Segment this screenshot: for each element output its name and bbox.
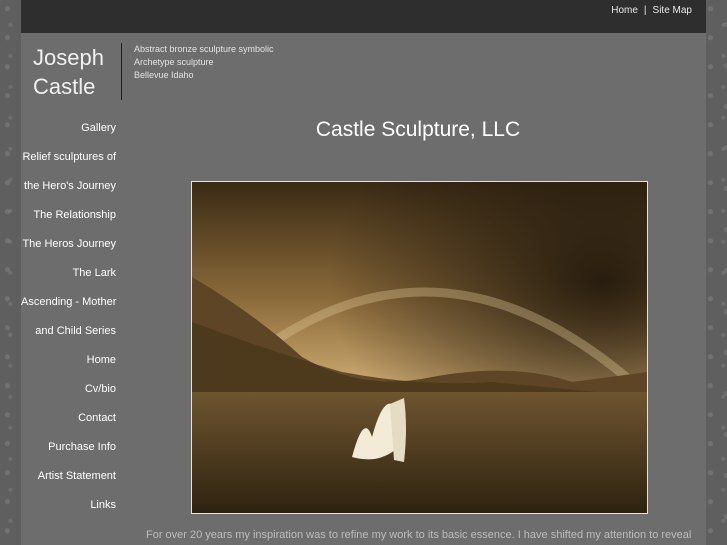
page-content: Joseph Castle Abstract bronze sculpture … xyxy=(21,33,706,545)
topnav-home-link[interactable]: Home xyxy=(611,5,638,16)
sidebar-item-ascending[interactable]: Ascending - Mother xyxy=(21,289,116,318)
sidebar-item-relief-sculptures-cont[interactable]: the Hero's Journey xyxy=(21,173,116,202)
tagline-line: Archetype sculpture xyxy=(134,57,214,67)
tagline: Abstract bronze sculpture symbolic Arche… xyxy=(134,43,274,82)
page-title: Castle Sculpture, LLC xyxy=(315,118,521,141)
sidebar-nav: Gallery Relief sculptures of the Hero's … xyxy=(21,115,116,521)
logo-line-1: Joseph xyxy=(33,45,104,70)
sidebar-item-artist-statement[interactable]: Artist Statement xyxy=(21,463,116,492)
site-logo[interactable]: Joseph Castle xyxy=(33,43,121,101)
sidebar-item-the-relationship[interactable]: The Relationship xyxy=(21,202,116,231)
sidebar-item-ascending-cont[interactable]: and Child Series xyxy=(21,318,116,347)
sidebar-item-the-heros-journey[interactable]: The Heros Journey xyxy=(21,231,116,260)
sidebar-item-the-lark[interactable]: The Lark xyxy=(21,260,116,289)
top-bar: Home | Site Map xyxy=(21,0,706,33)
sidebar-item-purchase-info[interactable]: Purchase Info xyxy=(21,434,116,463)
logo-divider xyxy=(121,43,122,100)
sidebar-item-cv-bio[interactable]: Cv/bio xyxy=(21,376,116,405)
sculpture-landscape-image xyxy=(192,182,647,513)
sidebar-item-relief-sculptures[interactable]: Relief sculptures of xyxy=(21,144,116,173)
logo-line-2: Castle xyxy=(33,74,96,99)
tagline-line: Abstract bronze sculpture symbolic xyxy=(134,44,274,54)
intro-text: For over 20 years my inspiration was to … xyxy=(146,529,692,541)
hero-photo xyxy=(191,181,648,514)
topnav-separator: | xyxy=(643,5,647,16)
sidebar-item-contact[interactable]: Contact xyxy=(21,405,116,434)
tagline-line: Bellevue Idaho xyxy=(134,70,194,80)
sidebar-item-links[interactable]: Links xyxy=(21,492,116,521)
top-nav: Home | Site Map xyxy=(611,5,692,16)
sidebar-item-gallery[interactable]: Gallery xyxy=(21,115,116,144)
sidebar-item-home[interactable]: Home xyxy=(21,347,116,376)
topnav-sitemap-link[interactable]: Site Map xyxy=(653,5,692,16)
